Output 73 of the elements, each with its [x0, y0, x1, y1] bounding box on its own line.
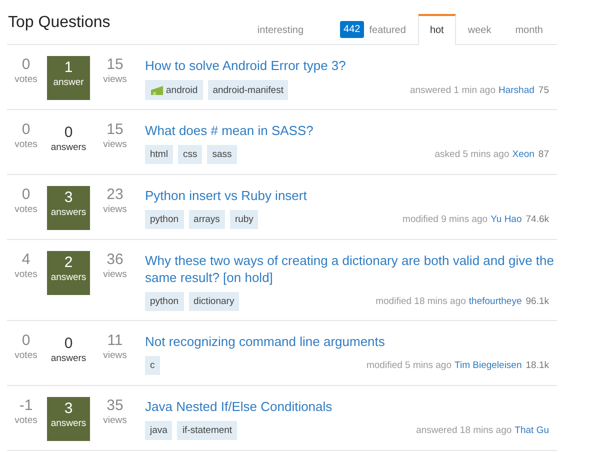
question-link[interactable]: Java Nested If/Else Conditionals [145, 398, 557, 415]
reputation: 96.1k [526, 296, 549, 307]
tag[interactable]: python [145, 210, 184, 229]
answer-count: 3 answers [47, 186, 90, 230]
tab[interactable]: month [503, 14, 555, 44]
votes-label: votes [14, 415, 38, 426]
tag[interactable]: css [178, 145, 202, 164]
votes-label: votes [14, 139, 38, 150]
vote-count: 0 [20, 186, 32, 204]
views-label: views [102, 139, 128, 150]
vote-count: 4 [20, 251, 32, 269]
user-link[interactable]: Yu Hao [490, 214, 522, 225]
view-count: 15 [106, 121, 124, 139]
page-title: Top Questions [8, 14, 110, 32]
tab[interactable]: interesting [245, 14, 316, 44]
votes-label: votes [14, 74, 38, 85]
question-link[interactable]: Python insert vs Ruby insert [145, 187, 557, 204]
vote-count: 0 [20, 332, 32, 350]
tag[interactable]: android [145, 80, 203, 100]
tag[interactable]: python [145, 292, 184, 311]
tag[interactable]: html [145, 145, 173, 164]
activity-text: modified 18 mins ago [376, 296, 466, 307]
activity-text: modified 9 mins ago [402, 214, 488, 225]
answer-count: 0 answers [50, 123, 88, 155]
reputation: 74.6k [526, 214, 549, 225]
activity-text: modified 5 mins ago [366, 360, 452, 371]
views-label: views [102, 74, 128, 85]
tab[interactable]: week [456, 14, 504, 44]
views-label: views [102, 204, 128, 215]
answer-count: 2 answers [47, 251, 90, 295]
vote-count: 0 [20, 121, 32, 139]
answer-count: 0 answers [50, 334, 88, 366]
tag[interactable]: java [145, 421, 172, 440]
view-count: 11 [106, 332, 124, 350]
vote-count: 0 [20, 56, 32, 74]
tab[interactable]: hot [418, 14, 456, 45]
votes-label: votes [14, 269, 38, 280]
question-link[interactable]: Not recognizing command line arguments [145, 333, 557, 350]
view-count: 36 [106, 251, 124, 269]
votes-label: votes [14, 204, 38, 215]
vote-count: -1 [18, 397, 34, 415]
answer-count: 3 answers [47, 397, 90, 441]
tag[interactable]: c [145, 356, 160, 375]
tag[interactable]: android-manifest [208, 80, 288, 100]
reputation: 75 [538, 84, 549, 96]
reputation: 18.1k [526, 360, 549, 371]
activity-text: answered 18 mins ago [416, 425, 512, 436]
tag[interactable]: ruby [230, 210, 258, 229]
user-link[interactable]: thefourtheye [468, 296, 522, 307]
votes-label: votes [14, 350, 38, 361]
tag[interactable]: if-statement [177, 421, 238, 440]
question-link[interactable]: What does # mean in SASS? [145, 122, 557, 139]
user-link[interactable]: Xeon [512, 149, 534, 160]
reputation: 87 [538, 149, 549, 160]
view-count: 35 [106, 397, 124, 415]
view-count: 15 [106, 56, 124, 74]
tab[interactable]: featured [364, 14, 418, 44]
activity-text: asked 5 mins ago [434, 149, 510, 160]
answer-count: 1 answer [47, 56, 90, 100]
question-link[interactable]: Why these two ways of creating a dictionary are both valid and give the same result? [on hold] [145, 252, 557, 286]
view-count: 23 [106, 186, 124, 204]
user-link[interactable]: That Gu [514, 425, 549, 436]
views-label: views [102, 269, 128, 280]
activity-text: answered 1 min ago [410, 84, 496, 96]
tag[interactable]: sass [207, 145, 237, 164]
views-label: views [102, 350, 128, 361]
user-link[interactable]: Tim Biegeleisen [454, 360, 522, 371]
tag[interactable]: dictionary [188, 292, 240, 311]
views-label: views [102, 415, 128, 426]
tag[interactable]: arrays [188, 210, 225, 229]
count-badge: 442 [340, 20, 364, 38]
user-link[interactable]: Harshad [498, 84, 534, 96]
question-link[interactable]: How to solve Android Error type 3? [145, 57, 557, 74]
